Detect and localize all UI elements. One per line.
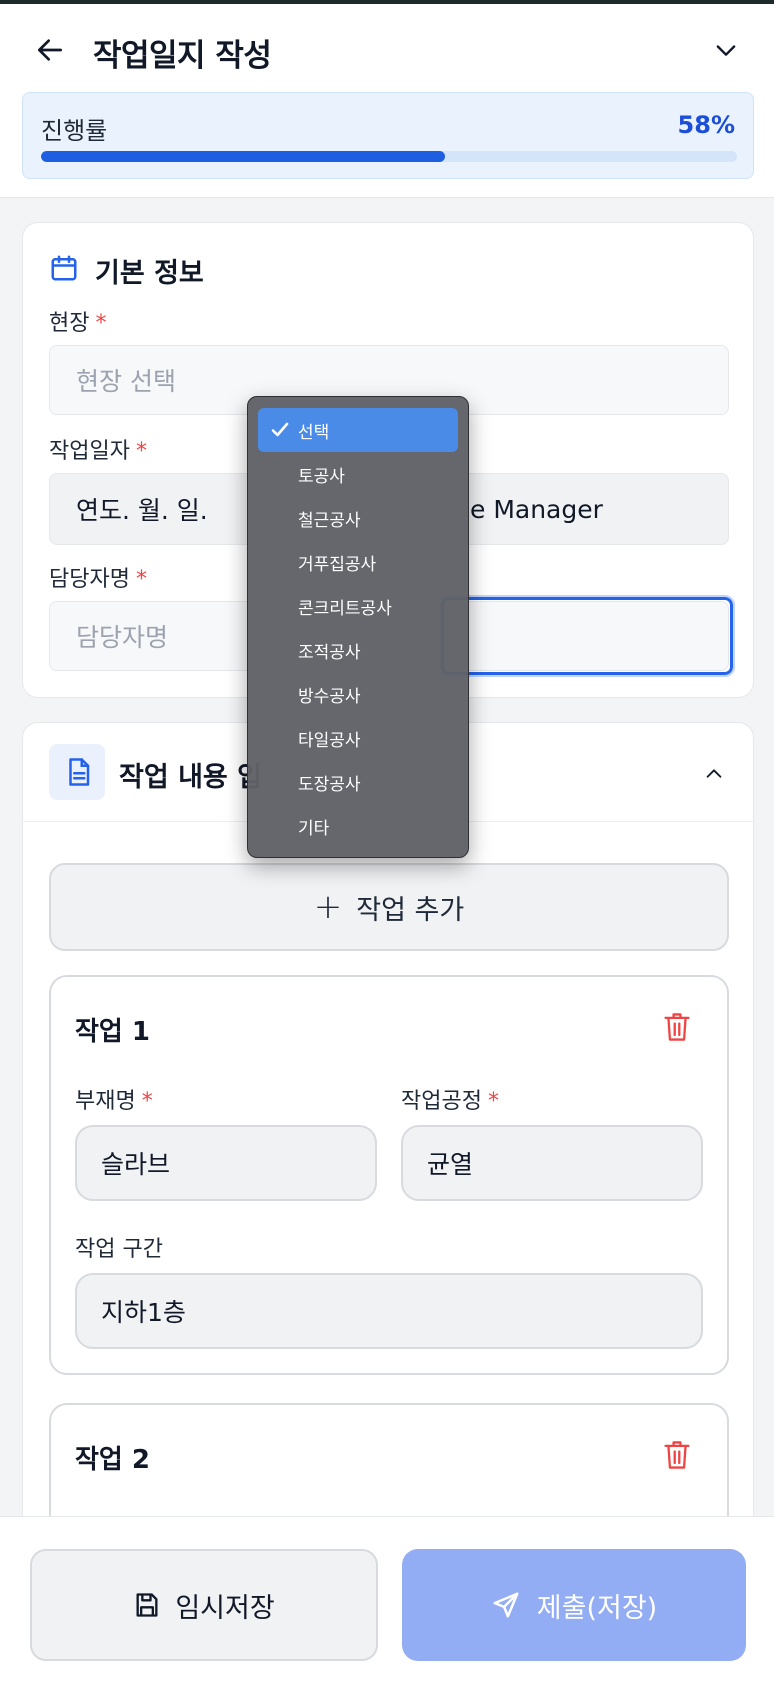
dropdown-option[interactable]: 타일공사 (258, 716, 458, 760)
dropdown-option-label: 거푸집공사 (298, 554, 377, 575)
progress-card: 진행률 58% (22, 92, 754, 179)
task-title: 작업 2 (75, 1445, 150, 1475)
date-value: 연도. 월. 일. (76, 496, 208, 525)
site-label: 현장 * (49, 305, 106, 337)
document-icon (69, 758, 90, 786)
chevron-up-icon[interactable] (703, 763, 725, 785)
chevron-down-icon[interactable] (712, 36, 740, 64)
dropdown-option-label: 기타 (298, 818, 330, 839)
manager-label: 담당자명 * (49, 561, 147, 593)
dropdown-option[interactable]: 토공사 (258, 452, 458, 496)
dropdown-option[interactable]: 선택 (258, 408, 458, 452)
site-placeholder: 현장 선택 (76, 367, 176, 396)
role-value: e Manager (470, 494, 603, 524)
work-content-title: 작업 내용 입 (119, 762, 262, 793)
progress-bar (41, 151, 737, 162)
member-label-text: 부재명 (75, 1089, 136, 1114)
dropdown-option[interactable]: 조적공사 (258, 628, 458, 672)
add-task-label: 작업 추가 (356, 894, 465, 926)
dropdown-menu: 선택 토공사 철근공사 거푸집공사 콘크리트공사 조적공사 방수공사 타일공사 … (247, 396, 469, 858)
process-value: 균열 (427, 1150, 474, 1179)
manager-placeholder: 담당자명 (76, 623, 169, 652)
dropdown-option[interactable]: 기타 (258, 804, 458, 848)
required-mark: * (135, 439, 147, 464)
dropdown-option-label: 토공사 (298, 466, 345, 487)
dropdown-option-label: 철근공사 (298, 510, 361, 531)
dropdown-option-label: 선택 (298, 422, 330, 443)
focused-field[interactable] (439, 595, 735, 677)
save-draft-button[interactable]: 임시저장 (30, 1549, 378, 1661)
site-label-text: 현장 (49, 311, 90, 336)
submit-label: 제출(저장) (536, 1592, 658, 1624)
dropdown-option[interactable]: 거푸집공사 (258, 540, 458, 584)
bottom-action-bar: 임시저장 제출(저장) (0, 1516, 774, 1690)
calendar-icon (51, 255, 77, 281)
save-icon (136, 1593, 158, 1617)
task-card: 작업 1 부재명 * 슬라브 작업공정 * 균열 작업 구간 지하1층 (49, 975, 729, 1375)
progress-value: 58% (677, 111, 735, 139)
progress-fill (41, 151, 445, 162)
member-input[interactable]: 슬라브 (75, 1125, 377, 1201)
dropdown-option[interactable]: 도장공사 (258, 760, 458, 804)
member-value: 슬라브 (101, 1150, 171, 1179)
date-label-text: 작업일자 (49, 439, 130, 464)
plus-icon: + (313, 887, 343, 927)
save-draft-label: 임시저장 (175, 1592, 275, 1624)
member-label: 부재명 * (75, 1089, 153, 1114)
dropdown-option-label: 조적공사 (298, 642, 361, 663)
title-bar: 작업일지 작성 (0, 4, 774, 90)
process-label-text: 작업공정 (401, 1089, 482, 1114)
section-value: 지하1층 (101, 1298, 186, 1327)
task-title: 작업 1 (75, 1017, 150, 1047)
back-arrow-icon[interactable] (34, 34, 66, 66)
required-mark: * (95, 311, 107, 336)
page-title: 작업일지 작성 (93, 38, 272, 74)
page-header: 작업일지 작성 진행률 58% (0, 4, 774, 198)
section-input[interactable]: 지하1층 (75, 1273, 703, 1349)
section-label: 작업 구간 (75, 1237, 163, 1262)
dropdown-option-label: 방수공사 (298, 686, 361, 707)
trash-icon[interactable] (663, 1439, 691, 1471)
check-icon (271, 422, 289, 437)
submit-button[interactable]: 제출(저장) (402, 1549, 746, 1661)
trash-icon[interactable] (663, 1011, 691, 1043)
process-label: 작업공정 * (401, 1089, 499, 1114)
basic-info-title: 기본 정보 (95, 258, 204, 289)
document-icon-badge (49, 744, 105, 800)
date-label: 작업일자 * (49, 433, 147, 465)
dropdown-option-label: 콘크리트공사 (298, 598, 392, 619)
send-icon (493, 1592, 519, 1618)
manager-label-text: 담당자명 (49, 567, 130, 592)
required-mark: * (135, 567, 147, 592)
dropdown-option[interactable]: 철근공사 (258, 496, 458, 540)
progress-label: 진행률 (41, 117, 108, 145)
add-task-button[interactable]: + 작업 추가 (49, 863, 729, 951)
process-input[interactable]: 균열 (401, 1125, 703, 1201)
dropdown-option[interactable]: 방수공사 (258, 672, 458, 716)
dropdown-option-label: 타일공사 (298, 730, 361, 751)
dropdown-option[interactable]: 콘크리트공사 (258, 584, 458, 628)
dropdown-option-label: 도장공사 (298, 774, 361, 795)
